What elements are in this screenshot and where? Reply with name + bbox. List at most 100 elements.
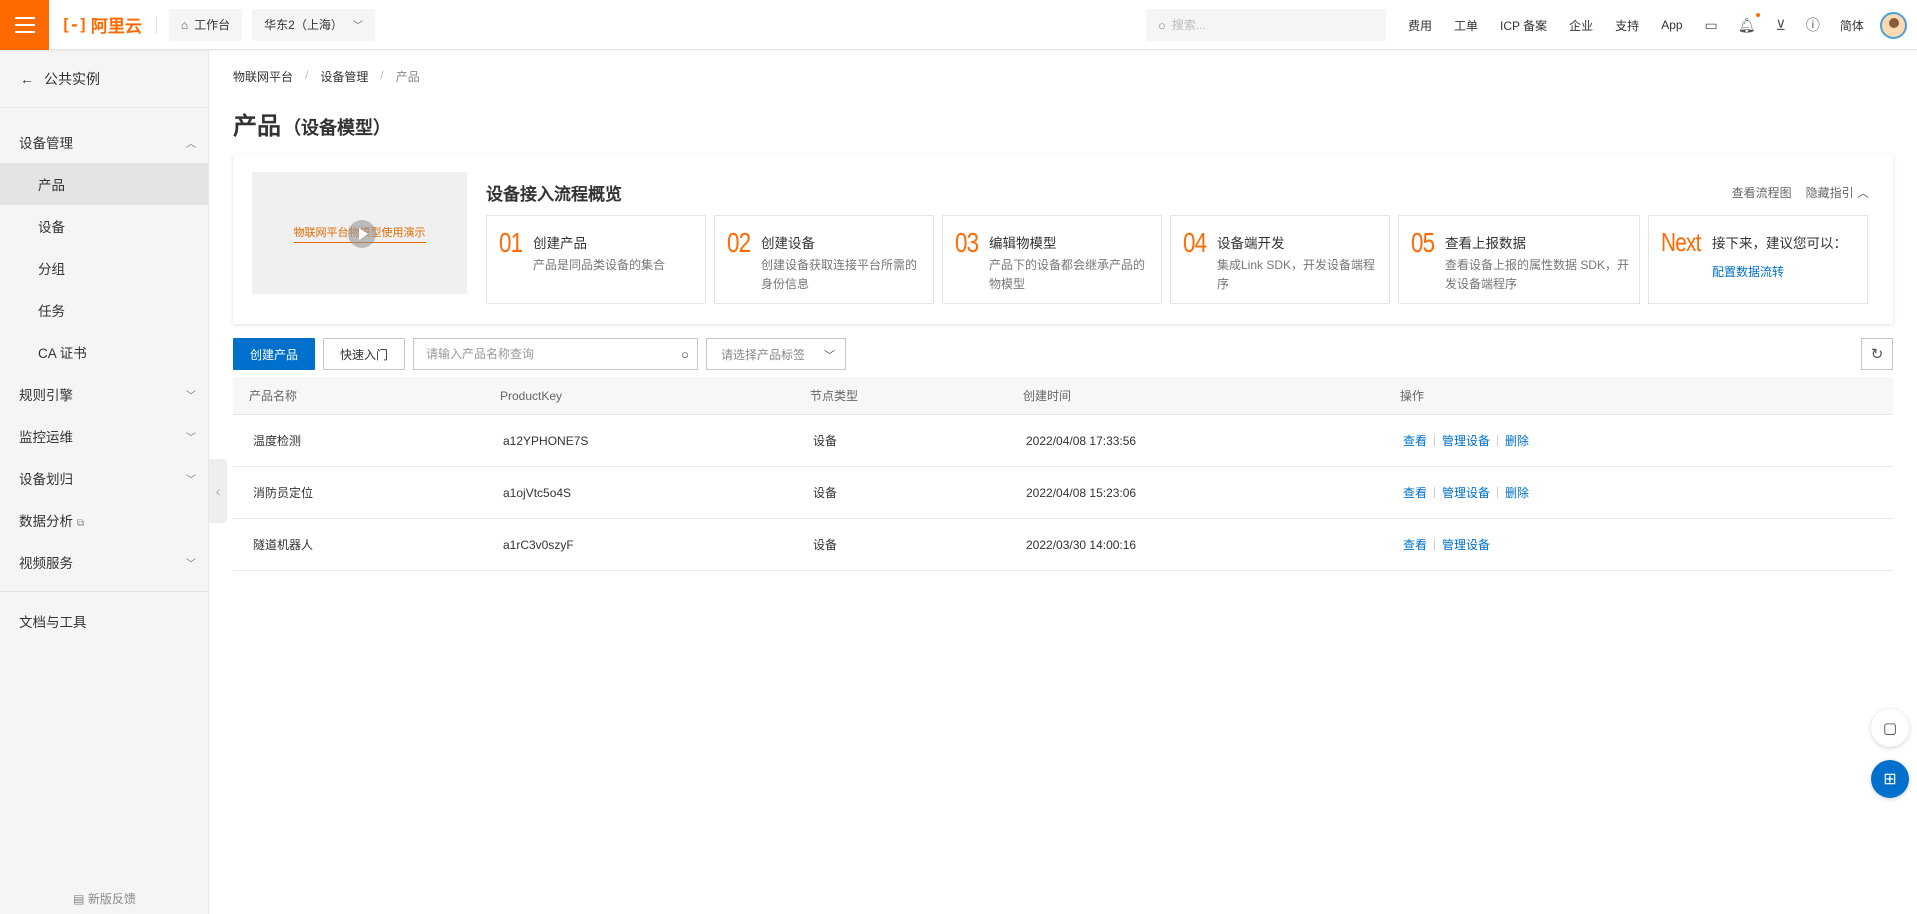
guide-step-card[interactable]: 04 设备端开发 集成Link SDK，开发设备端程序: [1170, 215, 1390, 304]
global-search-input[interactable]: [1171, 18, 1362, 32]
help-icon[interactable]: ⓘ: [1806, 15, 1820, 35]
step-description: 产品下的设备都会继承产品的物模型: [989, 258, 1146, 291]
step-number: 02: [727, 227, 751, 258]
refresh-icon[interactable]: ↻: [1861, 338, 1893, 370]
step-title: 设备端开发: [1217, 236, 1285, 251]
cart-icon[interactable]: ⊻: [1776, 17, 1786, 34]
sidebar-item-ca-cert[interactable]: CA 证书: [0, 331, 208, 373]
breadcrumb-item-iot[interactable]: 物联网平台: [233, 68, 293, 85]
step-number: 05: [1411, 227, 1435, 258]
breadcrumb-separator: /: [380, 68, 384, 82]
view-link[interactable]: 查看: [1403, 484, 1427, 501]
demo-video-thumbnail[interactable]: 物联网平台物模型使用演示: [252, 172, 467, 294]
guide-step-card[interactable]: 05 查看上报数据 查看设备上报的属性数据 SDK，开发设备端程序: [1398, 215, 1640, 304]
table-header: 产品名称 ProductKey 节点类型 创建时间 操作: [233, 377, 1893, 415]
apps-grid-icon[interactable]: ⊞: [1871, 760, 1909, 798]
sidebar-group-label: 设备管理: [19, 136, 73, 151]
top-link-enterprise[interactable]: 企业: [1569, 17, 1593, 34]
guide-step-card[interactable]: 02 创建设备 创建设备获取连接平台所需的身份信息: [714, 215, 934, 304]
sidebar-group-label: 监控运维: [19, 430, 73, 445]
sidebar-item-task[interactable]: 任务: [0, 289, 208, 331]
sidebar-group-video[interactable]: 视频服务 ﹀: [0, 541, 208, 583]
sidebar-item-group[interactable]: 分组: [0, 247, 208, 289]
feedback-icon: ▤: [73, 892, 85, 906]
sidebar-group-monitoring[interactable]: 监控运维 ﹀: [0, 415, 208, 457]
sidebar-group-device-transfer[interactable]: 设备划归 ﹀: [0, 457, 208, 499]
top-link-app[interactable]: App: [1661, 18, 1682, 32]
global-search[interactable]: ○: [1146, 9, 1386, 41]
chat-icon[interactable]: ▢: [1871, 709, 1909, 747]
table-row: 温度检测 a12YPHONE7S 设备 2022/04/08 17:33:56 …: [233, 415, 1893, 467]
cell-created-time: 2022/04/08 17:33:56: [1026, 433, 1137, 448]
step-title: 创建产品: [533, 236, 587, 251]
manage-devices-link[interactable]: 管理设备: [1442, 432, 1490, 449]
top-links: 费用 工单 ICP 备案 企业 支持 App ▭ 🔔︎ ⊻ ⓘ 简体: [1408, 0, 1886, 50]
sidebar-group-label: 视频服务: [19, 556, 73, 571]
cell-actions: 查看 管理设备: [1400, 536, 1893, 553]
page-title: 产品 （设备模型）: [233, 106, 391, 141]
product-search-input[interactable]: [426, 347, 666, 361]
sidebar-group-device-mgmt[interactable]: 设备管理 ︿: [0, 121, 208, 163]
top-link-support[interactable]: 支持: [1615, 17, 1639, 34]
bell-icon[interactable]: 🔔︎: [1738, 12, 1760, 34]
hamburger-menu-icon[interactable]: [0, 0, 49, 50]
divider: [1434, 435, 1436, 446]
chevron-down-icon: ﹀: [186, 432, 196, 444]
step-number: 04: [1183, 227, 1207, 258]
guide-step-card[interactable]: 01 创建产品 产品是同品类设备的集合: [486, 215, 706, 304]
top-link-icp[interactable]: ICP 备案: [1500, 17, 1547, 34]
view-link[interactable]: 查看: [1403, 432, 1427, 449]
view-flowchart-link[interactable]: 查看流程图: [1732, 184, 1792, 201]
sidebar-docs-tools[interactable]: 文档与工具: [0, 600, 208, 642]
cell-productkey: a1ojVtc5o4S: [503, 485, 572, 500]
sidebar-item-device[interactable]: 设备: [0, 205, 208, 247]
top-link-billing[interactable]: 费用: [1408, 17, 1432, 34]
delete-link[interactable]: 删除: [1505, 484, 1529, 501]
cell-product-name: 温度检测: [253, 434, 302, 448]
chevron-up-icon: ︿: [186, 138, 196, 150]
aliyun-logo[interactable]: [-] 阿里云: [61, 0, 142, 50]
delete-link[interactable]: 删除: [1505, 432, 1529, 449]
manage-devices-link[interactable]: 管理设备: [1442, 536, 1490, 553]
product-search[interactable]: ○: [413, 338, 698, 370]
hide-guide-link[interactable]: 隐藏指引 ︿: [1806, 184, 1869, 201]
sidebar-collapse-handle[interactable]: ‹: [209, 459, 227, 523]
create-product-button[interactable]: 创建产品: [233, 338, 315, 370]
step-title: 查看上报数据: [1445, 236, 1526, 251]
table-row: 消防员定位 a1ojVtc5o4S 设备 2022/04/08 15:23:06…: [233, 467, 1893, 519]
terminal-icon[interactable]: ▭: [1705, 17, 1718, 34]
external-link-icon: ⧉: [77, 518, 85, 529]
cell-productkey: a12YPHONE7S: [503, 433, 589, 448]
home-icon: ⌂: [180, 17, 189, 32]
language-switch[interactable]: 简体: [1840, 17, 1864, 34]
top-link-ticket[interactable]: 工单: [1454, 17, 1478, 34]
back-label: 公共实例: [44, 70, 100, 87]
sidebar-item-product[interactable]: 产品: [0, 163, 208, 205]
step-number: 03: [955, 227, 979, 258]
breadcrumb-item-current: 产品: [395, 70, 420, 84]
manage-devices-link[interactable]: 管理设备: [1442, 484, 1490, 501]
workbench-label: 工作台: [194, 18, 231, 32]
feedback-label: 新版反馈: [87, 892, 136, 906]
avatar[interactable]: [1880, 12, 1907, 39]
workbench-button[interactable]: ⌂ 工作台: [168, 8, 243, 41]
divider: [1434, 487, 1436, 498]
divider: [1434, 539, 1436, 550]
guide-step-card[interactable]: 03 编辑物模型 产品下的设备都会继承产品的物模型: [942, 215, 1162, 304]
play-icon[interactable]: [348, 220, 376, 248]
sidebar-group-rules[interactable]: 规则引擎 ﹀: [0, 373, 208, 415]
search-icon[interactable]: ○: [681, 347, 689, 362]
feedback-link[interactable]: ▤ 新版反馈: [0, 884, 209, 914]
view-link[interactable]: 查看: [1403, 536, 1427, 553]
region-selector[interactable]: 华东2（上海） ﹀: [252, 8, 375, 41]
product-tag-select[interactable]: 请选择产品标签 ﹀: [706, 338, 846, 370]
configure-data-flow-link[interactable]: 配置数据流转: [1712, 263, 1784, 280]
cell-product-name: 隧道机器人: [253, 538, 314, 552]
quickstart-button[interactable]: 快速入门: [323, 338, 405, 370]
sidebar-group-data-analysis[interactable]: 数据分析 ⧉: [0, 499, 208, 541]
step-description: 集成Link SDK，开发设备端程序: [1217, 258, 1376, 291]
back-to-instances[interactable]: ← 公共实例: [0, 50, 208, 108]
chevron-down-icon: ﹀: [186, 558, 196, 570]
breadcrumb-item-device-mgmt[interactable]: 设备管理: [320, 68, 368, 85]
top-bar: [-] 阿里云 ⌂ 工作台 华东2（上海） ﹀ ○ 费用 工单 ICP 备案 企…: [0, 0, 1917, 50]
